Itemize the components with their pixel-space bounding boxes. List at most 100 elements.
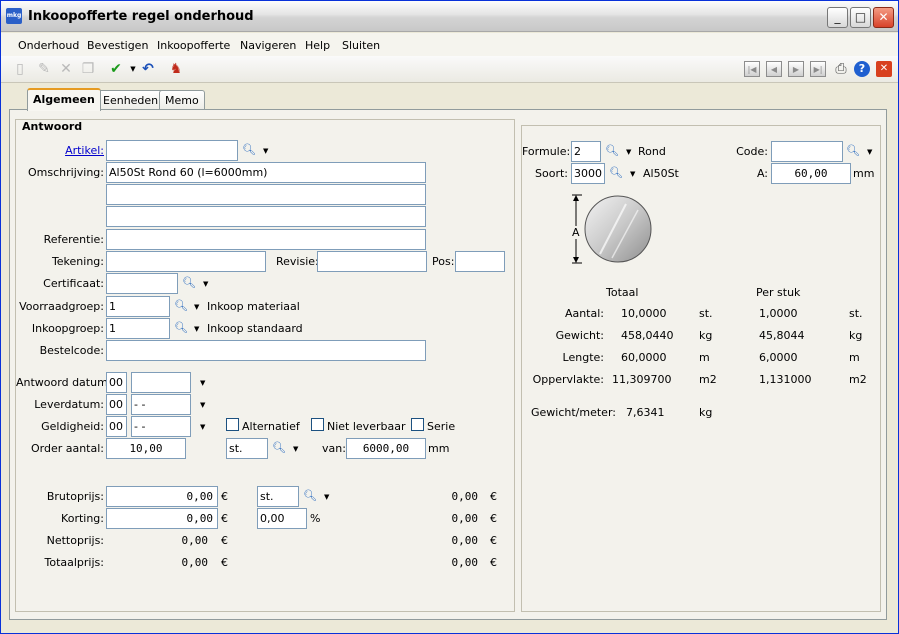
- print-icon[interactable]: ⎙: [832, 60, 850, 78]
- oppervlakte-totaal: 11,309700: [612, 373, 672, 386]
- referentie-input[interactable]: [106, 229, 426, 250]
- bruto-unit-search-icon[interactable]: 🔍︎: [303, 489, 317, 503]
- title-bar[interactable]: mkg Inkoopofferte regel onderhoud _ □ ✕: [1, 1, 898, 32]
- tab-content-algemeen: Antwoord Artikel: 🔍︎ ▼ Omschrijving: Al5…: [9, 109, 887, 620]
- voorraadgroep-search-icon[interactable]: 🔍︎: [174, 299, 188, 313]
- confirm-check-icon[interactable]: ✔: [107, 60, 125, 78]
- certificaat-search-icon[interactable]: 🔍︎: [182, 276, 196, 290]
- order-unit-input[interactable]: st.: [226, 438, 268, 459]
- korting-percentage-input[interactable]: 0,00: [257, 508, 307, 529]
- order-unit-dropdown-icon[interactable]: ▼: [293, 444, 301, 454]
- menu-bevestigen[interactable]: Bevestigen: [87, 39, 148, 52]
- menu-sluiten[interactable]: Sluiten: [342, 39, 380, 52]
- last-record-icon[interactable]: ▶|: [810, 61, 826, 77]
- omschrijving-input-1[interactable]: Al50St Rond 60 (l=6000mm): [106, 162, 426, 183]
- korting-total-value: 0,00: [451, 512, 479, 525]
- leverdatum-input[interactable]: - -: [131, 394, 191, 415]
- code-dropdown-icon[interactable]: ▼: [867, 147, 875, 157]
- dimension-a-input[interactable]: 60,00: [771, 163, 851, 184]
- brutoprijs-input[interactable]: 0,00: [106, 486, 218, 507]
- niet-leverbaar-checkbox[interactable]: [311, 418, 324, 431]
- geldigheid-code-input[interactable]: 00: [106, 416, 127, 437]
- totaalprijs-currency: €: [221, 556, 228, 569]
- voorraadgroep-dropdown-icon[interactable]: ▼: [194, 302, 202, 312]
- edit-icon[interactable]: ✎: [35, 60, 53, 78]
- code-input[interactable]: [771, 141, 843, 162]
- soort-search-icon[interactable]: 🔍︎: [609, 166, 623, 180]
- close-window-button[interactable]: ✕: [873, 7, 894, 28]
- korting-input[interactable]: 0,00: [106, 508, 218, 529]
- van-input[interactable]: 6000,00: [346, 438, 426, 459]
- soort-input[interactable]: 3000: [571, 163, 605, 184]
- maximize-button[interactable]: □: [850, 7, 871, 28]
- artikel-dropdown-icon[interactable]: ▼: [263, 146, 271, 156]
- bestelcode-input[interactable]: [106, 340, 426, 361]
- new-document-icon[interactable]: ▯: [11, 60, 29, 78]
- delete-icon[interactable]: ✕: [57, 60, 75, 78]
- formule-search-icon[interactable]: 🔍︎: [605, 144, 619, 158]
- formule-dropdown-icon[interactable]: ▼: [626, 147, 634, 157]
- menu-onderhoud[interactable]: Onderhoud: [18, 39, 79, 52]
- van-label: van:: [322, 442, 346, 455]
- help-icon[interactable]: ?: [854, 61, 870, 77]
- formule-input[interactable]: 2: [571, 141, 601, 162]
- omschrijving-input-2[interactable]: [106, 184, 426, 205]
- tekening-input[interactable]: [106, 251, 266, 272]
- order-aantal-input[interactable]: 10,00: [106, 438, 186, 459]
- menu-navigeren[interactable]: Navigeren: [240, 39, 296, 52]
- next-record-icon[interactable]: ▶: [788, 61, 804, 77]
- inkoopgroep-dropdown-icon[interactable]: ▼: [194, 324, 202, 334]
- menu-help[interactable]: Help: [305, 39, 330, 52]
- nettoprijs-currency: €: [221, 534, 228, 547]
- omschrijving-input-3[interactable]: [106, 206, 426, 227]
- alternatief-checkbox[interactable]: [226, 418, 239, 431]
- antwoord-group: Antwoord Artikel: 🔍︎ ▼ Omschrijving: Al5…: [15, 119, 515, 612]
- voorraadgroep-input[interactable]: 1: [106, 296, 170, 317]
- totaalprijs-value: 0,00: [181, 556, 209, 569]
- antwoord-datum-input[interactable]: [131, 372, 191, 393]
- serie-checkbox[interactable]: [411, 418, 424, 431]
- geldigheid-dropdown-icon[interactable]: ▼: [200, 422, 208, 432]
- code-search-icon[interactable]: 🔍︎: [846, 144, 860, 158]
- inkoopgroep-input[interactable]: 1: [106, 318, 170, 339]
- referentie-label: Referentie:: [43, 233, 104, 246]
- artikel-input[interactable]: [106, 140, 238, 161]
- totaal-total-currency: €: [490, 556, 497, 569]
- order-unit-search-icon[interactable]: 🔍︎: [272, 441, 286, 455]
- close-red-icon[interactable]: ✕: [876, 61, 892, 77]
- korting-percent-sign: %: [310, 512, 321, 525]
- antwoord-datum-label: Antwoord datum:: [16, 376, 112, 389]
- soort-label: Soort:: [535, 167, 568, 180]
- menu-inkoopofferte[interactable]: Inkoopofferte: [157, 39, 230, 52]
- tekening-label: Tekening:: [51, 255, 104, 268]
- tab-memo[interactable]: Memo: [159, 90, 205, 110]
- artikel-search-icon[interactable]: 🔍︎: [242, 143, 256, 157]
- lengte-unit2: m: [849, 351, 860, 364]
- oppervlakte-unit2: m2: [849, 373, 867, 386]
- user-lookup-icon[interactable]: ♞: [167, 60, 185, 78]
- leverdatum-dropdown-icon[interactable]: ▼: [200, 400, 208, 410]
- antwoord-datum-code-input[interactable]: 00: [106, 372, 127, 393]
- bruto-unit-dropdown-icon[interactable]: ▼: [324, 492, 332, 502]
- artikel-link[interactable]: Artikel:: [22, 144, 104, 157]
- pos-input[interactable]: [455, 251, 505, 272]
- leverdatum-code-input[interactable]: 00: [106, 394, 127, 415]
- certificaat-dropdown-icon[interactable]: ▼: [203, 279, 211, 289]
- minimize-button[interactable]: _: [827, 7, 848, 28]
- certificaat-input[interactable]: [106, 273, 178, 294]
- first-record-icon[interactable]: |◀: [744, 61, 760, 77]
- geldigheid-input[interactable]: - -: [131, 416, 191, 437]
- previous-record-icon[interactable]: ◀: [766, 61, 782, 77]
- antwoord-datum-dropdown-icon[interactable]: ▼: [200, 378, 208, 388]
- revisie-input[interactable]: [317, 251, 427, 272]
- tab-algemeen[interactable]: Algemeen: [27, 88, 101, 111]
- geldigheid-label: Geldigheid:: [41, 420, 104, 433]
- tab-eenheden[interactable]: Eenheden: [97, 90, 165, 110]
- copy-icon[interactable]: ❐: [79, 60, 97, 78]
- oppervlakte-unit: m2: [699, 373, 717, 386]
- undo-icon[interactable]: ↶: [139, 60, 157, 78]
- soort-dropdown-icon[interactable]: ▼: [630, 169, 638, 179]
- gewicht-meter-value: 7,6341: [626, 406, 665, 419]
- bruto-unit-input[interactable]: st.: [257, 486, 299, 507]
- inkoopgroep-search-icon[interactable]: 🔍︎: [174, 321, 188, 335]
